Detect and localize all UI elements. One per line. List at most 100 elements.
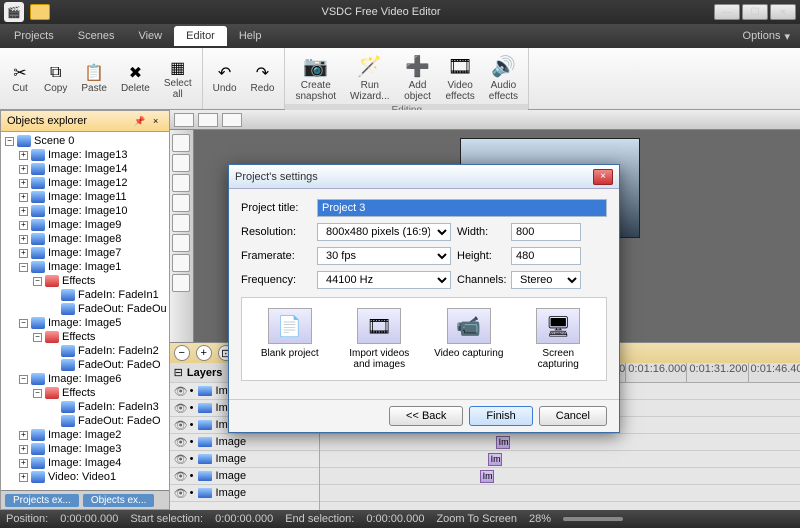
track-header[interactable]: 👁•Image bbox=[170, 434, 319, 451]
timeline-clip[interactable]: Im bbox=[496, 436, 510, 449]
tree-node[interactable]: FadeIn: FadeIn3 bbox=[3, 400, 167, 414]
tree-node[interactable]: +Image: Image13 bbox=[3, 148, 167, 162]
objects-tree[interactable]: −Scene 0+Image: Image13+Image: Image14+I… bbox=[1, 132, 169, 490]
tree-node[interactable]: +Image: Image12 bbox=[3, 176, 167, 190]
selectall-button[interactable]: ▦Select all bbox=[158, 56, 198, 102]
tree-twisty-icon[interactable]: − bbox=[19, 263, 28, 272]
track-row[interactable]: Im bbox=[320, 434, 800, 451]
menu-projects[interactable]: Projects bbox=[2, 26, 66, 46]
tree-twisty-icon[interactable]: + bbox=[19, 473, 28, 482]
tree-node[interactable]: +Image: Image10 bbox=[3, 204, 167, 218]
maximize-button[interactable]: ☐ bbox=[742, 4, 768, 20]
tool-button[interactable] bbox=[172, 174, 190, 192]
resolution-select[interactable]: 800x480 pixels (16:9) bbox=[317, 223, 451, 241]
tree-node[interactable]: −Image: Image5 bbox=[3, 316, 167, 330]
tool-button[interactable] bbox=[172, 214, 190, 232]
eye-icon[interactable]: 👁 bbox=[174, 453, 186, 466]
wizard-button[interactable]: 🪄Run Wizard... bbox=[344, 50, 395, 104]
menu-scenes[interactable]: Scenes bbox=[66, 26, 127, 46]
eye-icon[interactable]: 👁 bbox=[174, 487, 186, 500]
minimize-button[interactable]: — bbox=[714, 4, 740, 20]
tool-button[interactable] bbox=[172, 274, 190, 292]
tree-twisty-icon[interactable]: + bbox=[19, 445, 28, 454]
template-video-capture[interactable]: 📹Video capturing bbox=[427, 304, 511, 374]
tool-button[interactable] bbox=[172, 254, 190, 272]
track-header[interactable]: 👁•Image bbox=[170, 485, 319, 502]
tree-twisty-icon[interactable]: + bbox=[19, 249, 28, 258]
expand-icon[interactable]: ⊟ bbox=[174, 366, 183, 379]
panel-close-icon[interactable]: × bbox=[149, 114, 163, 128]
tree-node[interactable]: +Image: Image2 bbox=[3, 428, 167, 442]
addobject-button[interactable]: ➕Add object bbox=[398, 50, 438, 104]
tree-twisty-icon[interactable]: − bbox=[19, 319, 28, 328]
tree-node[interactable]: −Effects bbox=[3, 386, 167, 400]
delete-button[interactable]: ✖Delete bbox=[115, 61, 156, 96]
tab-projects-explorer[interactable]: Projects ex... bbox=[5, 494, 79, 507]
tree-twisty-icon[interactable]: − bbox=[5, 137, 14, 146]
eye-icon[interactable]: 👁 bbox=[174, 436, 186, 449]
paste-button[interactable]: 📋Paste bbox=[75, 61, 113, 96]
tree-twisty-icon[interactable]: + bbox=[19, 235, 28, 244]
menu-editor[interactable]: Editor bbox=[174, 26, 227, 46]
frequency-select[interactable]: 44100 Hz bbox=[317, 271, 451, 289]
menu-view[interactable]: View bbox=[126, 26, 174, 46]
tree-twisty-icon[interactable]: + bbox=[19, 165, 28, 174]
tree-node[interactable]: −Scene 0 bbox=[3, 134, 167, 148]
videoeffects-button[interactable]: 🎞Video effects bbox=[440, 50, 481, 104]
tree-node[interactable]: −Effects bbox=[3, 274, 167, 288]
tree-twisty-icon[interactable]: + bbox=[19, 221, 28, 230]
tree-node[interactable]: −Effects bbox=[3, 330, 167, 344]
tree-node[interactable]: FadeIn: FadeIn2 bbox=[3, 344, 167, 358]
tree-node[interactable]: −Image: Image1 bbox=[3, 260, 167, 274]
template-blank[interactable]: 📄Blank project bbox=[248, 304, 332, 374]
toolbar-button[interactable] bbox=[222, 113, 242, 127]
tree-twisty-icon[interactable]: − bbox=[33, 277, 42, 286]
tree-twisty-icon[interactable]: + bbox=[19, 459, 28, 468]
tool-button[interactable] bbox=[172, 154, 190, 172]
template-screen-capture[interactable]: 🖥Screen capturing bbox=[517, 304, 601, 374]
options-dropdown[interactable]: Options▾ bbox=[735, 26, 798, 47]
finish-button[interactable]: Finish bbox=[469, 406, 532, 426]
tree-node[interactable]: +Video: Video1 bbox=[3, 470, 167, 484]
track-row[interactable]: Im bbox=[320, 451, 800, 468]
copy-button[interactable]: ⧉Copy bbox=[38, 61, 73, 96]
pin-icon[interactable]: 📌 bbox=[133, 114, 147, 128]
tree-twisty-icon[interactable]: + bbox=[19, 179, 28, 188]
channels-select[interactable]: Stereo bbox=[511, 271, 581, 289]
eye-icon[interactable]: 👁 bbox=[174, 385, 186, 398]
tree-node[interactable]: −Image: Image6 bbox=[3, 372, 167, 386]
tree-node[interactable]: FadeOut: FadeOu bbox=[3, 302, 167, 316]
framerate-select[interactable]: 30 fps bbox=[317, 247, 451, 265]
timeline-clip[interactable]: Im bbox=[488, 453, 502, 466]
dialog-close-button[interactable]: × bbox=[593, 169, 613, 185]
zoom-in-icon[interactable]: + bbox=[196, 345, 212, 361]
redo-button[interactable]: ↷Redo bbox=[245, 61, 281, 96]
zoom-out-icon[interactable]: − bbox=[174, 345, 190, 361]
tree-twisty-icon[interactable]: − bbox=[19, 375, 28, 384]
menu-help[interactable]: Help bbox=[227, 26, 274, 46]
snapshot-button[interactable]: 📷Create snapshot bbox=[289, 50, 342, 104]
tree-node[interactable]: FadeOut: FadeO bbox=[3, 358, 167, 372]
tree-twisty-icon[interactable]: − bbox=[33, 333, 42, 342]
back-button[interactable]: << Back bbox=[389, 406, 463, 426]
tool-button[interactable] bbox=[172, 134, 190, 152]
project-title-input[interactable] bbox=[317, 199, 607, 217]
toolbar-button[interactable] bbox=[174, 113, 194, 127]
audioeffects-button[interactable]: 🔊Audio effects bbox=[483, 50, 524, 104]
tree-node[interactable]: +Image: Image7 bbox=[3, 246, 167, 260]
tree-twisty-icon[interactable]: − bbox=[33, 389, 42, 398]
toolbar-button[interactable] bbox=[198, 113, 218, 127]
eye-icon[interactable]: 👁 bbox=[174, 402, 186, 415]
tree-twisty-icon[interactable]: + bbox=[19, 207, 28, 216]
tree-node[interactable]: FadeOut: FadeO bbox=[3, 414, 167, 428]
track-header[interactable]: 👁•Image bbox=[170, 451, 319, 468]
eye-icon[interactable]: 👁 bbox=[174, 419, 186, 432]
zoom-slider[interactable] bbox=[563, 517, 623, 521]
tree-node[interactable]: +Image: Image9 bbox=[3, 218, 167, 232]
close-button[interactable]: × bbox=[770, 4, 796, 20]
cancel-button[interactable]: Cancel bbox=[539, 406, 607, 426]
track-header[interactable]: 👁•Image bbox=[170, 468, 319, 485]
tree-node[interactable]: +Image: Image8 bbox=[3, 232, 167, 246]
tree-node[interactable]: +Image: Image11 bbox=[3, 190, 167, 204]
undo-button[interactable]: ↶Undo bbox=[207, 61, 243, 96]
